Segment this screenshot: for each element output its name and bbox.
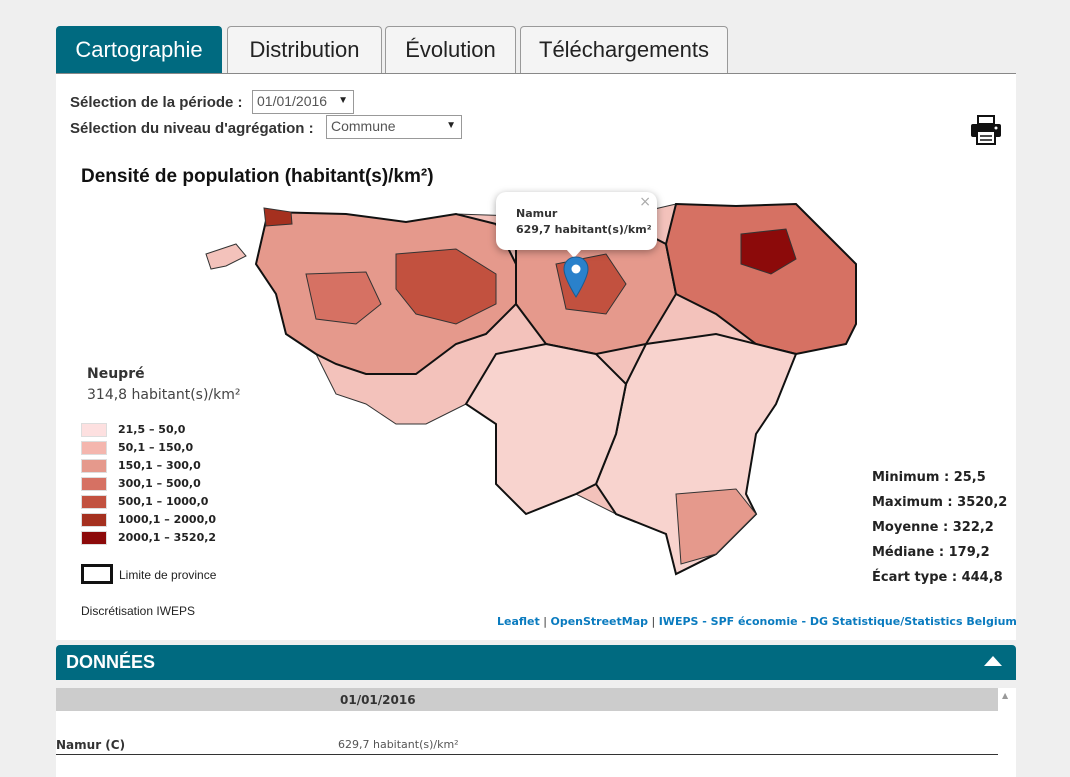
province-limit-swatch bbox=[81, 564, 113, 584]
table-header: 01/01/2016 bbox=[56, 688, 998, 711]
legend-label: 500,1 – 1000,0 bbox=[118, 495, 209, 508]
stat-minimum: Minimum : 25,5 bbox=[872, 470, 986, 485]
map-region-mouscron[interactable] bbox=[263, 207, 293, 227]
column-header-date[interactable]: 01/01/2016 bbox=[340, 693, 416, 707]
data-table: 01/01/2016 ▲ Namur (C) 629,7 habitant(s)… bbox=[56, 688, 1016, 777]
attribution-separator: | bbox=[648, 615, 659, 628]
legend-swatch bbox=[81, 513, 107, 527]
discretisation-note: Discrétisation IWEPS bbox=[81, 604, 196, 618]
period-label: Sélection de la période : bbox=[70, 94, 243, 111]
popup-name: Namur bbox=[516, 207, 558, 220]
donnees-header[interactable]: DONNÉES bbox=[56, 645, 1016, 680]
level-select-value: Commune bbox=[331, 118, 396, 134]
tab-evolution[interactable]: Évolution bbox=[385, 26, 516, 73]
map-region-luxembourg-south[interactable] bbox=[675, 488, 757, 565]
tab-bar: Cartographie Distribution Évolution Télé… bbox=[56, 26, 1016, 74]
legend-swatch bbox=[81, 495, 107, 509]
osm-link[interactable]: OpenStreetMap bbox=[550, 615, 648, 628]
table-row-value: 629,7 habitant(s)/km² bbox=[338, 738, 459, 751]
chevron-up-icon[interactable] bbox=[984, 656, 1002, 666]
table-row-name: Namur (C) bbox=[56, 738, 126, 752]
map-popup: × Namur 629,7 habitant(s)/km² bbox=[496, 192, 657, 250]
legend-label: 2000,1 – 3520,2 bbox=[118, 531, 217, 544]
period-select-value: 01/01/2016 bbox=[257, 93, 328, 109]
donnees-title: DONNÉES bbox=[66, 652, 156, 672]
source-link[interactable]: IWEPS - SPF économie - DG Statistique/St… bbox=[659, 615, 1017, 628]
chevron-down-icon: ▼ bbox=[446, 120, 456, 131]
hover-commune-value: 314,8 habitant(s)/km² bbox=[87, 387, 241, 403]
province-limit-label: Limite de province bbox=[119, 568, 217, 582]
tab-distribution[interactable]: Distribution bbox=[227, 26, 382, 73]
close-icon[interactable]: × bbox=[639, 194, 651, 210]
legend-label: 1000,1 – 2000,0 bbox=[118, 513, 217, 526]
tab-telechargements[interactable]: Téléchargements bbox=[520, 26, 728, 73]
legend-label: 150,1 – 300,0 bbox=[118, 459, 201, 472]
stat-mediane: Médiane : 179,2 bbox=[872, 545, 990, 560]
wallonia-map[interactable] bbox=[196, 194, 896, 634]
legend-label: 50,1 – 150,0 bbox=[118, 441, 194, 454]
stat-moyenne: Moyenne : 322,2 bbox=[872, 520, 994, 535]
legend-label: 21,5 – 50,0 bbox=[118, 423, 186, 436]
attribution-separator: | bbox=[539, 615, 551, 628]
map-attribution: Leaflet | OpenStreetMap | IWEPS - SPF éc… bbox=[497, 615, 1017, 628]
legend-swatch bbox=[81, 459, 107, 473]
map-title: Densité de population (habitant(s)/km²) bbox=[81, 166, 434, 187]
map-panel: Sélection de la période : 01/01/2016 ▼ S… bbox=[56, 74, 1017, 640]
stat-maximum: Maximum : 3520,2 bbox=[872, 495, 1008, 510]
legend-swatch bbox=[81, 477, 107, 491]
map-region-comines[interactable] bbox=[205, 243, 247, 270]
level-select[interactable]: Commune ▼ bbox=[326, 115, 462, 139]
scroll-up-icon[interactable]: ▲ bbox=[1002, 691, 1008, 700]
legend-label: 300,1 – 500,0 bbox=[118, 477, 201, 490]
tab-cartographie[interactable]: Cartographie bbox=[56, 26, 222, 73]
legend-swatch bbox=[81, 441, 107, 455]
legend-swatch bbox=[81, 423, 107, 437]
popup-value: 629,7 habitant(s)/km² bbox=[516, 223, 652, 236]
leaflet-link[interactable]: Leaflet bbox=[497, 615, 540, 628]
map-statistics: Minimum : 25,5 Maximum : 3520,2 Moyenne … bbox=[872, 470, 1007, 595]
table-row-divider bbox=[56, 754, 998, 755]
stat-ecart-type: Écart type : 444,8 bbox=[872, 570, 1003, 585]
print-icon[interactable] bbox=[970, 114, 1002, 146]
period-select[interactable]: 01/01/2016 ▼ bbox=[252, 90, 354, 114]
level-label: Sélection du niveau d'agrégation : bbox=[70, 120, 314, 137]
chevron-down-icon: ▼ bbox=[338, 95, 348, 106]
legend-swatch bbox=[81, 531, 107, 545]
map-pin-icon[interactable] bbox=[563, 256, 589, 298]
hover-commune-name: Neupré bbox=[87, 366, 145, 382]
